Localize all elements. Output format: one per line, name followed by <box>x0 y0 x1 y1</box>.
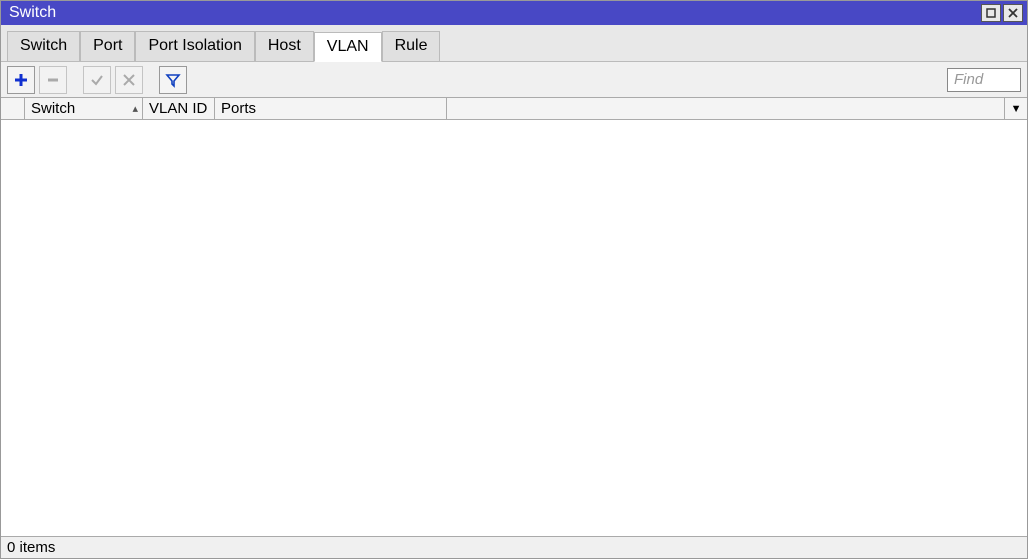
column-header-spacer[interactable] <box>447 98 1005 119</box>
tab-rule[interactable]: Rule <box>382 31 441 61</box>
check-icon <box>89 72 105 88</box>
tab-label: Port <box>93 37 122 54</box>
tab-label: Host <box>268 37 301 54</box>
minimize-icon <box>985 7 997 19</box>
find-input[interactable] <box>947 68 1021 92</box>
filter-button[interactable] <box>159 66 187 94</box>
item-count-label: 0 items <box>7 539 55 556</box>
titlebar: Switch <box>1 1 1027 25</box>
tab-port[interactable]: Port <box>80 31 135 61</box>
column-label: Switch <box>31 100 75 117</box>
funnel-icon <box>165 72 181 88</box>
sort-indicator: ▴ <box>132 102 138 115</box>
close-button[interactable] <box>1003 4 1023 22</box>
tab-label: VLAN <box>327 38 369 55</box>
plus-icon <box>13 72 29 88</box>
tab-vlan[interactable]: VLAN <box>314 32 382 62</box>
minimize-button[interactable] <box>981 4 1001 22</box>
toolbar <box>1 62 1027 98</box>
x-icon <box>121 72 137 88</box>
tab-label: Switch <box>20 37 67 54</box>
column-label: Ports <box>221 100 256 117</box>
window-title: Switch <box>9 4 979 22</box>
tab-bar: Switch Port Port Isolation Host VLAN Rul… <box>1 25 1027 62</box>
tab-port-isolation[interactable]: Port Isolation <box>135 31 254 61</box>
column-header-vlan-id[interactable]: VLAN ID <box>143 98 215 119</box>
remove-button[interactable] <box>39 66 67 94</box>
chevron-down-icon: ▼ <box>1011 103 1022 115</box>
column-label: VLAN ID <box>149 100 207 117</box>
close-icon <box>1007 7 1019 19</box>
minus-icon <box>45 72 61 88</box>
row-marker-column[interactable] <box>1 98 25 119</box>
disable-button[interactable] <box>115 66 143 94</box>
enable-button[interactable] <box>83 66 111 94</box>
column-header-switch[interactable]: Switch ▴ <box>25 98 143 119</box>
table-header: Switch ▴ VLAN ID Ports ▼ <box>1 98 1027 120</box>
column-menu-button[interactable]: ▼ <box>1005 98 1027 119</box>
column-header-ports[interactable]: Ports <box>215 98 447 119</box>
add-button[interactable] <box>7 66 35 94</box>
status-bar: 0 items <box>1 536 1027 558</box>
tab-label: Rule <box>395 37 428 54</box>
table-body[interactable] <box>1 120 1027 536</box>
tab-host[interactable]: Host <box>255 31 314 61</box>
tab-label: Port Isolation <box>148 37 241 54</box>
window: Switch Switch Port Port Isolation Host V… <box>0 0 1028 559</box>
tab-switch[interactable]: Switch <box>7 31 80 61</box>
